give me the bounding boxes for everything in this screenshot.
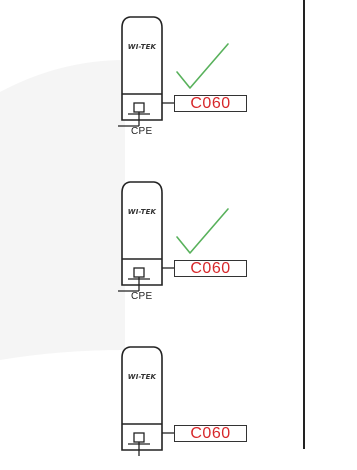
model-label-box: C060 (174, 425, 247, 442)
cpe-device-icon (121, 346, 174, 456)
device-unit-2: WI-TEK C060 CPE (0, 165, 300, 305)
device-unit-1: WI-TEK C060 CPE (0, 0, 300, 140)
device-unit-3: WI-TEK C060 (0, 330, 300, 470)
divider-line (303, 0, 305, 449)
cpe-label: CPE (131, 291, 153, 302)
brand-logo: WI-TEK (127, 373, 157, 381)
model-label-box: C060 (174, 260, 247, 277)
check-mark-icon (176, 43, 229, 89)
cpe-label: CPE (131, 126, 153, 137)
check-mark-icon (176, 208, 229, 254)
model-label-box: C060 (174, 95, 247, 112)
diagram-canvas: WI-TEK C060 CPE WI-TEK C060 CPE WI-TEK C… (0, 0, 357, 456)
